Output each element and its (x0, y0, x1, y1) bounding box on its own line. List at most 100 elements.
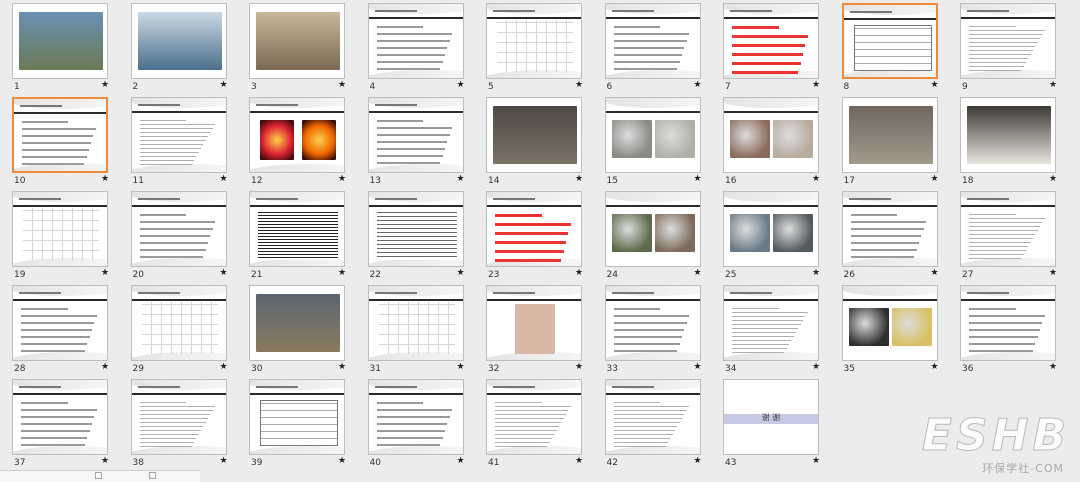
transition-star-icon[interactable]: ★ (575, 174, 583, 184)
slide-thumbnail[interactable]: 3 ★ (240, 1, 358, 95)
slide-preview[interactable] (12, 379, 108, 455)
slide-preview[interactable] (130, 3, 227, 79)
slide-preview[interactable] (604, 379, 701, 455)
transition-star-icon[interactable]: ★ (101, 456, 109, 466)
slide-preview[interactable] (367, 191, 464, 267)
transition-star-icon[interactable]: ★ (694, 362, 702, 372)
transition-star-icon[interactable]: ★ (220, 362, 228, 372)
slide-thumbnail[interactable]: 1 ★ (3, 1, 121, 95)
transition-star-icon[interactable]: ★ (220, 456, 228, 466)
transition-star-icon[interactable]: ★ (338, 456, 346, 466)
slide-thumbnail[interactable]: 34 ★ (714, 283, 832, 377)
slide-thumbnail[interactable]: 15 ★ (596, 95, 714, 189)
slide-preview[interactable] (130, 285, 227, 361)
transition-star-icon[interactable]: ★ (457, 268, 465, 278)
slide-thumbnail[interactable]: 7 ★ (714, 1, 832, 95)
slide-thumbnail[interactable]: 26 ★ (833, 189, 951, 283)
transition-star-icon[interactable]: ★ (931, 268, 939, 278)
transition-star-icon[interactable]: ★ (1049, 362, 1057, 372)
slide-preview[interactable] (249, 97, 345, 173)
slide-preview[interactable] (249, 285, 345, 361)
transition-star-icon[interactable]: ★ (575, 80, 583, 90)
slide-preview[interactable] (841, 3, 938, 79)
slide-preview[interactable] (960, 3, 1056, 79)
slide-preview[interactable] (367, 3, 464, 79)
transition-star-icon[interactable]: ★ (220, 174, 228, 184)
transition-star-icon[interactable]: ★ (694, 456, 702, 466)
slide-preview[interactable] (723, 191, 819, 267)
slide-preview[interactable] (367, 285, 464, 361)
transition-star-icon[interactable]: ★ (101, 268, 109, 278)
slide-thumbnail[interactable]: 25 ★ (714, 189, 832, 283)
transition-star-icon[interactable]: ★ (812, 80, 820, 90)
transition-star-icon[interactable]: ★ (694, 268, 702, 278)
slide-preview[interactable]: 谢 谢 (723, 379, 819, 455)
slide-thumbnail[interactable]: 4 ★ (359, 1, 477, 95)
transition-star-icon[interactable]: ★ (812, 362, 820, 372)
slide-preview[interactable] (486, 191, 582, 267)
slide-thumbnail[interactable]: 10 ★ (3, 95, 121, 189)
slide-thumbnail[interactable]: 9 ★ (951, 1, 1069, 95)
transition-star-icon[interactable]: ★ (575, 456, 583, 466)
slide-preview[interactable] (960, 285, 1056, 361)
transition-star-icon[interactable]: ★ (575, 268, 583, 278)
transition-star-icon[interactable]: ★ (1049, 174, 1057, 184)
slide-preview[interactable] (12, 191, 108, 267)
slide-thumbnail[interactable]: 8 ★ (833, 1, 951, 95)
slide-preview[interactable] (841, 285, 938, 361)
slide-preview[interactable] (841, 191, 938, 267)
slide-thumbnail[interactable]: 42 ★ (596, 377, 714, 471)
slide-preview[interactable] (960, 97, 1056, 173)
slide-thumbnail[interactable]: 28 ★ (3, 283, 121, 377)
transition-star-icon[interactable]: ★ (812, 268, 820, 278)
slide-preview[interactable] (130, 97, 227, 173)
slide-preview[interactable] (12, 97, 108, 173)
slide-thumbnail[interactable]: 5 ★ (477, 1, 595, 95)
transition-star-icon[interactable]: ★ (1049, 268, 1057, 278)
slide-thumbnail[interactable]: 20 ★ (122, 189, 240, 283)
slide-thumbnail[interactable]: 27 ★ (951, 189, 1069, 283)
slide-thumbnail[interactable]: 31 ★ (359, 283, 477, 377)
transition-star-icon[interactable]: ★ (931, 174, 939, 184)
slide-preview[interactable] (486, 379, 582, 455)
slide-thumbnail[interactable]: 38 ★ (122, 377, 240, 471)
slide-preview[interactable] (604, 191, 701, 267)
transition-star-icon[interactable]: ★ (220, 80, 228, 90)
slide-thumbnail[interactable]: 谢 谢 43 ★ (714, 377, 832, 471)
slide-thumbnail[interactable]: 23 ★ (477, 189, 595, 283)
slide-preview[interactable] (723, 285, 819, 361)
slide-thumbnail[interactable]: 12 ★ (240, 95, 358, 189)
transition-star-icon[interactable]: ★ (457, 80, 465, 90)
status-left-icon[interactable]: ▢ (94, 471, 103, 481)
transition-star-icon[interactable]: ★ (1049, 80, 1057, 90)
slide-preview[interactable] (723, 97, 819, 173)
transition-star-icon[interactable]: ★ (457, 362, 465, 372)
transition-star-icon[interactable]: ★ (931, 80, 939, 90)
slide-preview[interactable] (130, 379, 227, 455)
slide-thumbnail[interactable]: 36 ★ (951, 283, 1069, 377)
transition-star-icon[interactable]: ★ (575, 362, 583, 372)
slide-thumbnail[interactable]: 16 ★ (714, 95, 832, 189)
slide-preview[interactable] (12, 285, 108, 361)
slide-thumbnail[interactable]: 18 ★ (951, 95, 1069, 189)
slide-preview[interactable] (130, 191, 227, 267)
slide-thumbnail[interactable]: 30 ★ (240, 283, 358, 377)
transition-star-icon[interactable]: ★ (101, 174, 109, 184)
transition-star-icon[interactable]: ★ (694, 80, 702, 90)
slide-preview[interactable] (367, 379, 464, 455)
slide-preview[interactable] (604, 285, 701, 361)
transition-star-icon[interactable]: ★ (931, 362, 939, 372)
slide-thumbnail[interactable]: 2 ★ (122, 1, 240, 95)
transition-star-icon[interactable]: ★ (812, 456, 820, 466)
slide-preview[interactable] (841, 97, 938, 173)
transition-star-icon[interactable]: ★ (338, 268, 346, 278)
slide-thumbnail[interactable]: 37 ★ (3, 377, 121, 471)
transition-star-icon[interactable]: ★ (338, 362, 346, 372)
transition-star-icon[interactable]: ★ (812, 174, 820, 184)
slide-preview[interactable] (486, 97, 582, 173)
slide-thumbnail[interactable]: 32 ★ (477, 283, 595, 377)
slide-thumbnail[interactable]: 14 ★ (477, 95, 595, 189)
status-right-icon[interactable]: ▢ (148, 471, 157, 481)
slide-preview[interactable] (604, 3, 701, 79)
slide-preview[interactable] (12, 3, 108, 79)
